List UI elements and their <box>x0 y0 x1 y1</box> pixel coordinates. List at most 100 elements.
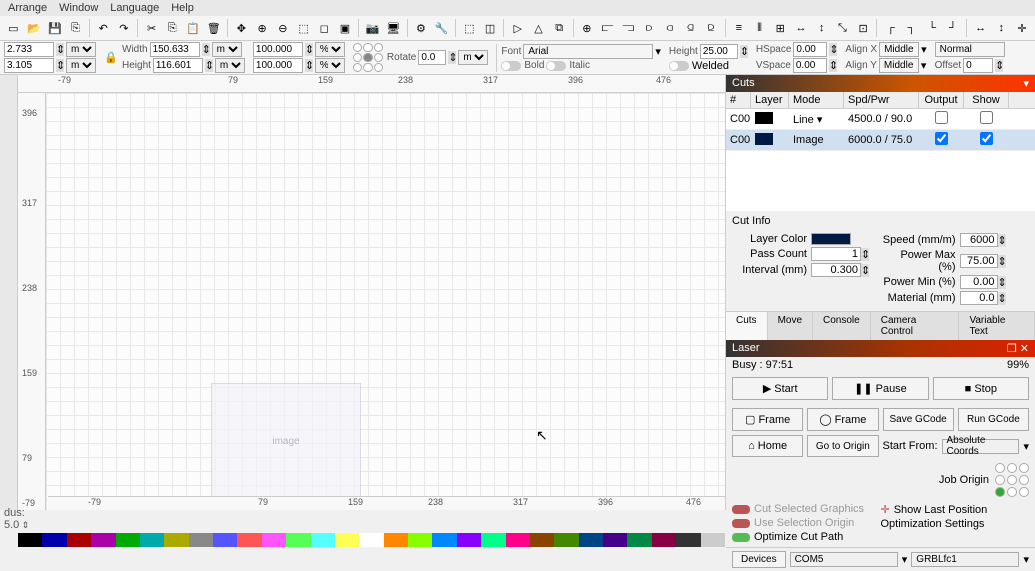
dock-bl-icon[interactable]: └ <box>923 18 942 38</box>
redo-icon[interactable]: ↷ <box>115 18 134 38</box>
align-right-icon[interactable]: ⫐ <box>640 18 659 38</box>
palette-color[interactable] <box>116 533 140 547</box>
zoom-out-icon[interactable]: ⊖ <box>273 18 292 38</box>
pct-h-select[interactable]: % <box>315 58 345 73</box>
distribute-hv-icon[interactable]: ⊞ <box>771 18 790 38</box>
show-checkbox-0[interactable] <box>980 111 993 124</box>
align-middle-icon[interactable]: ⫑ <box>681 18 700 38</box>
save-icon[interactable]: 💾 <box>45 18 64 38</box>
move-h-icon[interactable]: ↔ <box>971 18 990 38</box>
menu-arrange[interactable]: Arrange <box>8 2 47 14</box>
palette-color[interactable] <box>67 533 91 547</box>
layer-color-swatch[interactable] <box>811 233 851 245</box>
use-selection-toggle[interactable] <box>732 519 750 528</box>
optimization-settings-button[interactable]: Optimization Settings <box>881 518 1030 530</box>
menu-help[interactable]: Help <box>171 2 194 14</box>
start-from-select[interactable]: Absolute Coords <box>942 439 1020 454</box>
pause-button[interactable]: ❚❚Pause <box>832 377 928 400</box>
palette-color[interactable] <box>408 533 432 547</box>
pass-count-input[interactable] <box>811 247 861 261</box>
align-bottom-icon[interactable]: ⫒ <box>702 18 721 38</box>
palette-color[interactable] <box>359 533 383 547</box>
show-checkbox-1[interactable] <box>980 132 993 145</box>
palette-color[interactable] <box>579 533 603 547</box>
anchor-grid[interactable] <box>353 43 383 73</box>
output-checkbox-0[interactable] <box>935 111 948 124</box>
distribute-h-icon[interactable]: ≡ <box>729 18 748 38</box>
pct-w-select[interactable]: % <box>315 42 345 57</box>
palette-color[interactable] <box>384 533 408 547</box>
unit-x-select[interactable]: mm <box>66 42 96 57</box>
monitor-icon[interactable]: 🖥 <box>384 18 403 38</box>
lock-xy-icon[interactable]: 🔒 <box>104 51 118 65</box>
palette-color[interactable] <box>481 533 505 547</box>
stop-button[interactable]: ■Stop <box>933 377 1029 400</box>
new-icon[interactable]: ▭ <box>4 18 23 38</box>
optimize-toggle[interactable] <box>732 533 750 542</box>
offset-input[interactable] <box>963 58 993 73</box>
interval-input[interactable] <box>811 263 861 277</box>
palette-color[interactable] <box>189 533 213 547</box>
welded-toggle[interactable] <box>669 61 689 71</box>
palette-color[interactable] <box>286 533 310 547</box>
palette-color[interactable] <box>237 533 261 547</box>
palette-color[interactable] <box>335 533 359 547</box>
menu-window[interactable]: Window <box>59 2 98 14</box>
run-gcode-button[interactable]: Run GCode <box>958 408 1029 431</box>
zoom-page-icon[interactable]: ▣ <box>336 18 355 38</box>
hspace-input[interactable] <box>793 42 827 57</box>
canvas[interactable]: image <box>46 93 725 510</box>
wrench-icon[interactable]: 🔧 <box>432 18 451 38</box>
menu-language[interactable]: Language <box>110 2 159 14</box>
palette-color[interactable] <box>652 533 676 547</box>
palette-color[interactable] <box>213 533 237 547</box>
palette-color[interactable] <box>506 533 530 547</box>
palette-color[interactable] <box>676 533 700 547</box>
dock-br-icon[interactable]: ┘ <box>944 18 963 38</box>
tab-cuts[interactable]: Cuts <box>726 312 768 340</box>
text-style-select[interactable]: Normal <box>935 42 1005 57</box>
zoom-frame-icon[interactable]: ⬚ <box>294 18 313 38</box>
aligny-select[interactable]: Middle <box>879 58 919 73</box>
move-both-icon[interactable]: ✛ <box>1013 18 1032 38</box>
palette-color[interactable] <box>701 533 725 547</box>
com-port-select[interactable]: COM5 <box>790 552 898 567</box>
devices-button[interactable]: Devices <box>732 551 786 568</box>
same-width-icon[interactable]: ↔ <box>792 18 811 38</box>
palette-color[interactable] <box>164 533 188 547</box>
ungroup-icon[interactable]: ◫ <box>481 18 500 38</box>
palette-color[interactable] <box>311 533 335 547</box>
vspace-input[interactable] <box>793 58 827 73</box>
palette-color[interactable] <box>554 533 578 547</box>
rotate-input[interactable] <box>418 50 446 65</box>
move-v-icon[interactable]: ↕ <box>992 18 1011 38</box>
go-origin-button[interactable]: Go to Origin <box>807 435 878 457</box>
scale-h-input[interactable] <box>253 58 303 73</box>
mirror-icon[interactable]: ⧉ <box>550 18 569 38</box>
panel-menu-icon[interactable]: ▾ <box>1023 77 1029 90</box>
pos-y-input[interactable] <box>4 58 54 73</box>
pos-x-input[interactable] <box>4 42 54 57</box>
align-top-icon[interactable]: ⫏ <box>660 18 679 38</box>
copy-icon[interactable]: ⎘ <box>163 18 182 38</box>
width-input[interactable] <box>150 42 200 57</box>
flipv-icon[interactable]: △ <box>529 18 548 38</box>
close-icon[interactable]: ✕ <box>1020 343 1029 355</box>
speed-input[interactable] <box>960 233 998 247</box>
frame-circ-button[interactable]: ◯Frame <box>807 408 878 431</box>
scale-w-input[interactable] <box>253 42 303 57</box>
delete-icon[interactable]: 🗑 <box>204 18 223 38</box>
unit-h-select[interactable]: mm <box>215 58 245 73</box>
start-button[interactable]: ▶Start <box>732 377 828 400</box>
save-gcode-button[interactable]: Save GCode <box>883 408 954 431</box>
dock-tl-icon[interactable]: ┌ <box>881 18 900 38</box>
camera-icon[interactable]: 📷 <box>363 18 382 38</box>
mode-dropdown-icon[interactable]: ▾ <box>817 114 823 126</box>
canvas-image-object[interactable]: image <box>211 383 361 500</box>
palette-color[interactable] <box>457 533 481 547</box>
align-center-icon[interactable]: ⫎ <box>619 18 638 38</box>
palette-color[interactable] <box>42 533 66 547</box>
font-height-input[interactable] <box>700 44 738 59</box>
fliph-icon[interactable]: ▷ <box>508 18 527 38</box>
import-icon[interactable]: ⎘ <box>66 18 85 38</box>
